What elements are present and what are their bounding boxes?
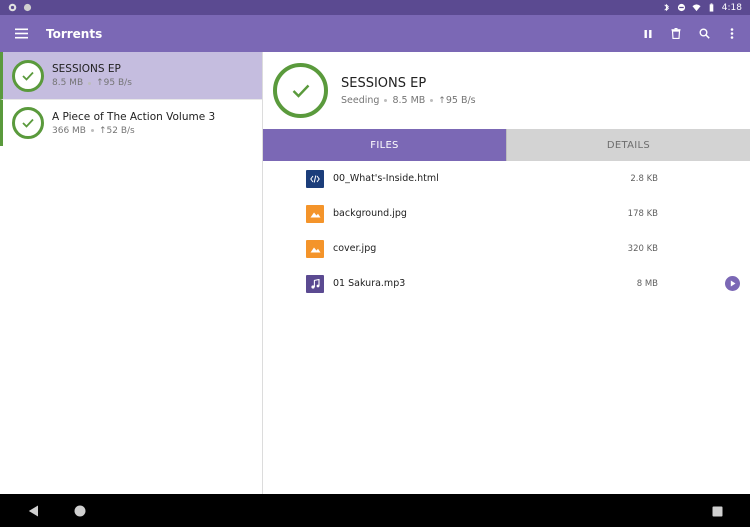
battery-icon xyxy=(709,3,714,12)
menu-button[interactable] xyxy=(0,15,42,52)
detail-size: 8.5 MB xyxy=(392,94,426,106)
detail-upload-value: 95 B/s xyxy=(445,94,476,106)
play-icon xyxy=(730,280,735,287)
file-name: 00_What's-Inside.html xyxy=(333,173,439,184)
back-button[interactable] xyxy=(21,499,45,523)
tab-details[interactable]: DETAILS xyxy=(506,129,750,161)
wifi-icon xyxy=(692,4,701,12)
trash-icon xyxy=(671,28,681,39)
back-icon xyxy=(28,505,38,517)
file-size: 2.8 KB xyxy=(630,173,658,184)
torrent-row-a-piece-of-the-action[interactable]: A Piece of The Action Volume 3 366 MB ↑5… xyxy=(0,99,262,146)
notification-icon xyxy=(8,3,17,12)
files-list: 00_What's-Inside.html 2.8 KB background.… xyxy=(263,161,750,494)
detail-meta: Seeding 8.5 MB ↑95 B/s xyxy=(341,95,476,106)
delete-button[interactable] xyxy=(662,15,690,52)
image-glyph-icon xyxy=(310,212,320,217)
app-root: 4:18 Torrents SESSIONS EP 8.5 MB ↑95 B/s… xyxy=(0,0,750,527)
code-file-icon xyxy=(306,169,324,188)
recents-button[interactable] xyxy=(705,499,729,523)
dnd-icon xyxy=(677,3,685,12)
file-name: cover.jpg xyxy=(333,243,377,254)
search-button[interactable] xyxy=(690,15,718,52)
music-note-icon xyxy=(310,278,320,289)
app-title: Torrents xyxy=(46,26,103,41)
pause-icon xyxy=(644,29,652,38)
bluetooth-icon xyxy=(664,3,669,12)
recents-icon xyxy=(712,506,722,516)
home-button[interactable] xyxy=(68,499,92,523)
torrent-size: 8.5 MB xyxy=(52,78,84,88)
torrent-name: A Piece of The Action Volume 3 xyxy=(52,110,216,123)
separator-dot xyxy=(384,98,388,102)
app-bar: Torrents xyxy=(0,15,750,52)
upload-arrow-icon: ↑ xyxy=(98,125,107,136)
status-bar: 4:18 xyxy=(0,0,750,15)
torrent-meta: 8.5 MB ↑95 B/s xyxy=(52,78,132,88)
detail-text: SESSIONS EP Seeding 8.5 MB ↑95 B/s xyxy=(341,76,476,106)
file-name: background.jpg xyxy=(333,208,407,219)
torrent-row-text: A Piece of The Action Volume 3 366 MB ↑5… xyxy=(52,111,215,136)
upload-arrow-icon: ↑ xyxy=(96,78,104,88)
app-actions xyxy=(634,15,750,52)
home-icon xyxy=(74,505,86,517)
separator-dot xyxy=(430,98,434,102)
status-right: 4:18 xyxy=(662,3,742,13)
image-file-icon xyxy=(306,239,324,258)
upload-rate-value: 52 B/s xyxy=(106,125,135,136)
tab-files[interactable]: FILES xyxy=(263,129,506,161)
image-glyph-icon xyxy=(310,247,320,252)
torrent-list: SESSIONS EP 8.5 MB ↑95 B/s A Piece of Th… xyxy=(0,52,263,494)
check-icon xyxy=(292,84,309,98)
sync-icon xyxy=(23,3,32,12)
file-size: 178 KB xyxy=(627,208,658,219)
upload-arrow-icon: ↑ xyxy=(438,95,446,106)
play-button[interactable] xyxy=(725,276,740,291)
upload-rate-value: 95 B/s xyxy=(103,78,132,88)
detail-status-ring xyxy=(273,63,328,118)
detail-status: Seeding xyxy=(341,94,380,106)
file-row[interactable]: 00_What's-Inside.html 2.8 KB xyxy=(263,161,750,196)
file-row[interactable]: background.jpg 178 KB xyxy=(263,196,750,231)
image-file-icon xyxy=(306,204,324,223)
upload-rate: ↑52 B/s xyxy=(99,126,135,136)
torrent-row-sessions-ep[interactable]: SESSIONS EP 8.5 MB ↑95 B/s xyxy=(0,52,262,99)
torrent-size: 366 MB xyxy=(52,125,86,136)
search-icon xyxy=(699,28,710,39)
file-size: 320 KB xyxy=(627,243,658,254)
torrent-meta: 366 MB ↑52 B/s xyxy=(52,126,215,136)
audio-file-icon xyxy=(306,274,324,293)
complete-status-ring xyxy=(12,107,44,139)
status-time: 4:18 xyxy=(721,2,742,13)
check-icon xyxy=(22,118,34,128)
file-row[interactable]: cover.jpg 320 KB xyxy=(263,231,750,266)
torrent-row-text: SESSIONS EP 8.5 MB ↑95 B/s xyxy=(52,63,132,88)
detail-upload: ↑95 B/s xyxy=(438,95,475,106)
file-size: 8 MB xyxy=(636,278,658,289)
menu-icon xyxy=(14,28,28,39)
code-glyph-icon xyxy=(310,174,320,183)
pause-button[interactable] xyxy=(634,15,662,52)
upload-rate: ↑95 B/s xyxy=(96,78,132,88)
file-name: 01 Sakura.mp3 xyxy=(333,278,406,289)
status-left xyxy=(8,3,32,12)
file-row[interactable]: 01 Sakura.mp3 8 MB xyxy=(263,266,750,301)
detail-title: SESSIONS EP xyxy=(341,75,427,91)
torrent-detail-header: SESSIONS EP Seeding 8.5 MB ↑95 B/s xyxy=(263,52,750,129)
system-nav-bar xyxy=(0,494,750,527)
more-vert-icon xyxy=(730,28,734,39)
complete-status-ring xyxy=(12,59,44,92)
separator-dot xyxy=(90,129,94,132)
overflow-menu-button[interactable] xyxy=(718,15,746,52)
torrent-name: SESSIONS EP xyxy=(52,63,121,75)
detail-tabs: FILES DETAILS xyxy=(263,129,750,161)
separator-dot xyxy=(88,81,92,85)
check-icon xyxy=(22,71,34,81)
